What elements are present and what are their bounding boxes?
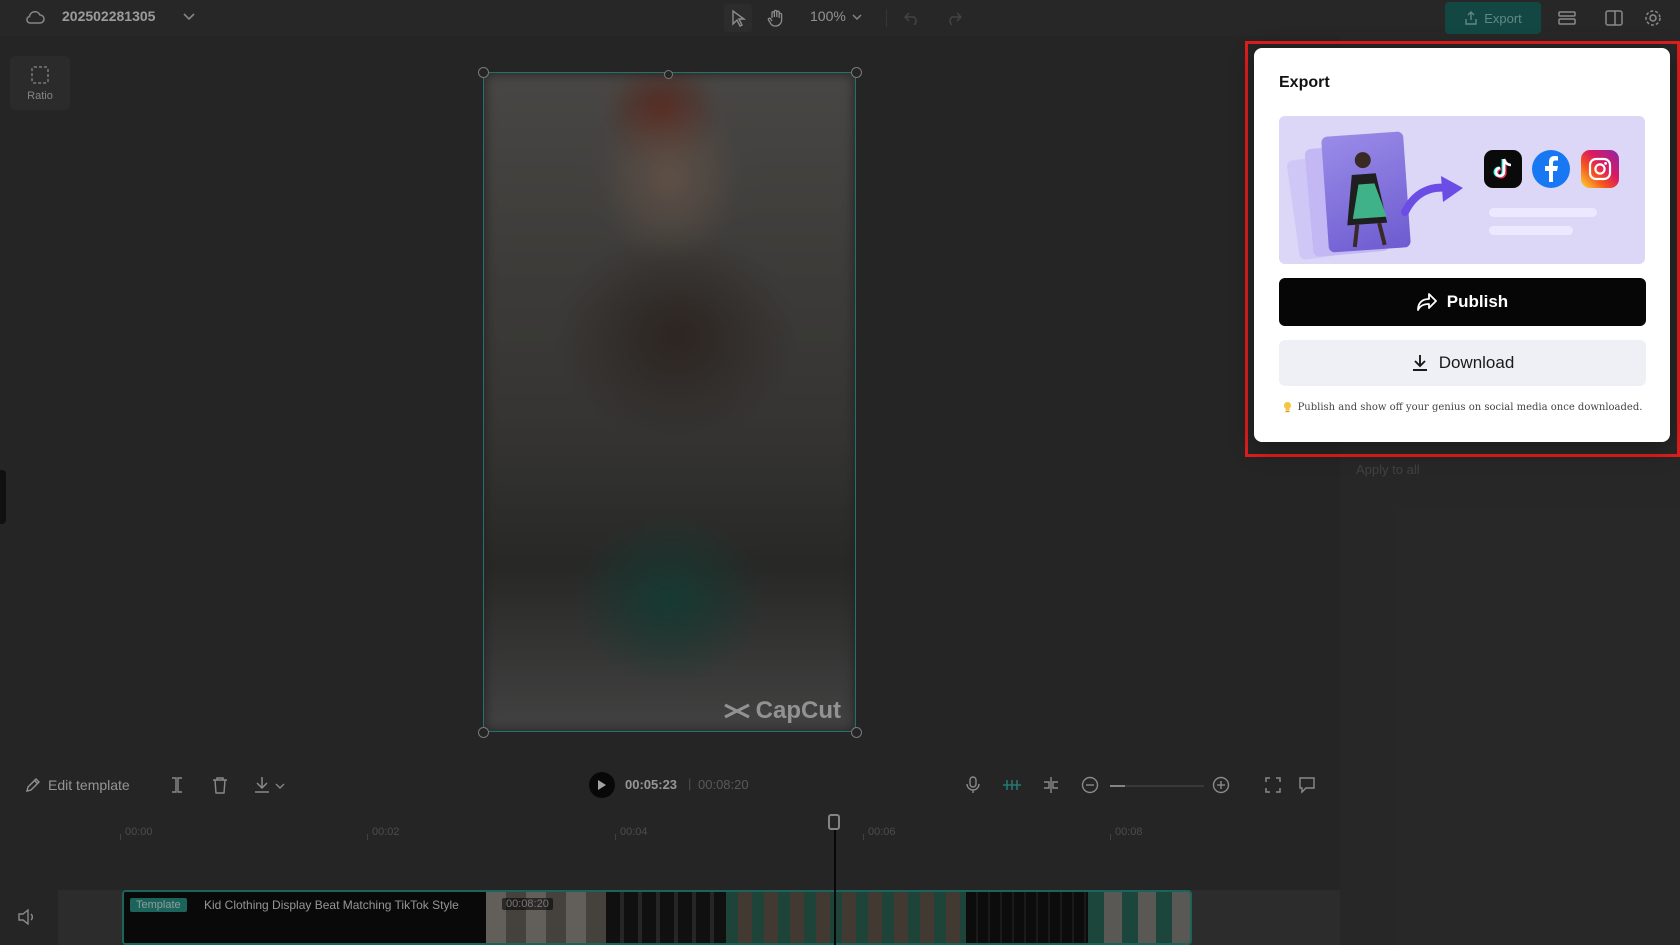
playhead-handle[interactable]: [828, 814, 840, 830]
download-icon[interactable]: [251, 774, 273, 796]
tip-text: Publish and show off your genius on soci…: [1297, 401, 1643, 413]
select-pointer-icon[interactable]: [724, 4, 752, 32]
ruler-tick: 00:00: [125, 826, 153, 838]
resize-handle-top-right[interactable]: [851, 67, 862, 78]
clip-thumbnail: [1088, 892, 1190, 943]
export-popup: Export Publish Download Publish and show…: [1254, 48, 1670, 442]
edit-template-button[interactable]: Edit template: [24, 776, 130, 794]
export-tip: Publish and show off your genius on soci…: [1279, 401, 1646, 413]
split-icon[interactable]: [166, 774, 188, 796]
lightbulb-icon: [1283, 401, 1291, 413]
volume-icon[interactable]: [16, 906, 38, 928]
redo-icon[interactable]: [942, 6, 966, 30]
download-arrow-icon: [1412, 355, 1427, 371]
project-name[interactable]: 202502281305: [62, 8, 155, 24]
chevron-down-icon[interactable]: [181, 9, 197, 25]
layers-icon[interactable]: [1555, 6, 1579, 30]
current-time: 00:05:23: [625, 777, 678, 792]
settings-gear-icon[interactable]: [1641, 6, 1665, 30]
ruler-tick: 00:08: [1115, 826, 1143, 838]
ratio-button[interactable]: Ratio: [10, 56, 70, 110]
zoom-level[interactable]: 100%: [810, 8, 846, 24]
export-button[interactable]: Export: [1445, 2, 1541, 34]
clip-thumbnail: [606, 892, 726, 943]
resize-handle-bottom-left[interactable]: [478, 727, 489, 738]
delete-icon[interactable]: [209, 774, 231, 796]
download-chevron-icon[interactable]: [274, 780, 286, 792]
publish-label: Publish: [1446, 292, 1509, 311]
clip-thumbnail: [726, 892, 966, 943]
facebook-icon: [1532, 150, 1570, 188]
watermark-text: CapCut: [755, 697, 841, 724]
play-button[interactable]: [589, 772, 615, 798]
capcut-watermark: CapCut: [723, 697, 841, 725]
clothing-photo: [1321, 131, 1411, 253]
panel-layout-icon[interactable]: [1602, 6, 1626, 30]
total-time: 00:08:20: [698, 777, 749, 792]
zoom-in-icon[interactable]: [1210, 774, 1232, 796]
resize-handle-bottom-right[interactable]: [851, 727, 862, 738]
split-clip-icon[interactable]: [1040, 774, 1062, 796]
edit-template-label: Edit template: [48, 777, 130, 793]
ratio-icon: [31, 65, 49, 84]
clip-thumbnail: [966, 892, 1088, 943]
share-icon: [1465, 11, 1477, 25]
template-tag: Template: [130, 898, 187, 912]
hand-tool-icon[interactable]: [762, 4, 790, 32]
play-icon: [598, 780, 606, 790]
video-preview[interactable]: CapCut: [483, 72, 856, 732]
timeline[interactable]: 00:00 00:02 00:04 00:06 00:08 Template K…: [0, 812, 1340, 945]
undo-icon[interactable]: [900, 6, 924, 30]
download-button[interactable]: Download: [1279, 340, 1646, 386]
comment-icon[interactable]: [1296, 774, 1318, 796]
playback-controls: Edit template 00:05:23 | 00:08:20: [0, 758, 1340, 812]
clip-duration: 00:08:20: [502, 898, 553, 910]
divider: [886, 9, 887, 27]
fullscreen-icon[interactable]: [1262, 774, 1284, 796]
instagram-icon: [1581, 150, 1619, 188]
export-popup-title: Export: [1279, 74, 1330, 91]
ratio-label: Ratio: [27, 89, 53, 102]
zoom-chevron-icon[interactable]: [850, 10, 864, 24]
timeline-zoom-slider[interactable]: [1110, 785, 1204, 787]
rotate-handle[interactable]: [664, 70, 673, 79]
left-panel-handle[interactable]: [0, 470, 6, 524]
arrow-icon: [1401, 176, 1463, 216]
zoom-out-icon[interactable]: [1079, 774, 1101, 796]
tiktok-icon: [1484, 150, 1522, 188]
capcut-logo-icon: [724, 703, 750, 719]
cloud-icon[interactable]: [24, 7, 46, 29]
template-clip[interactable]: Template Kid Clothing Display Beat Match…: [122, 890, 1192, 945]
edit-icon: [26, 778, 40, 792]
playhead[interactable]: [834, 824, 836, 945]
export-button-label: Export: [1484, 10, 1522, 26]
top-bar: 202502281305 100% Export: [0, 0, 1680, 36]
download-label: Download: [1438, 353, 1515, 372]
time-separator: |: [688, 776, 692, 791]
resize-handle-top-left[interactable]: [478, 67, 489, 78]
export-banner-illustration: [1279, 116, 1645, 264]
publish-button[interactable]: Publish: [1279, 278, 1646, 326]
ruler-tick: 00:06: [868, 826, 896, 838]
clip-title: Kid Clothing Display Beat Matching TikTo…: [204, 898, 459, 912]
microphone-icon[interactable]: [962, 774, 984, 796]
share-arrow-icon: [1416, 293, 1437, 311]
apply-to-all-label[interactable]: Apply to all: [1356, 462, 1420, 477]
ruler-tick: 00:02: [372, 826, 400, 838]
ruler-tick: 00:04: [620, 826, 648, 838]
magnet-snap-icon[interactable]: [1000, 774, 1024, 796]
